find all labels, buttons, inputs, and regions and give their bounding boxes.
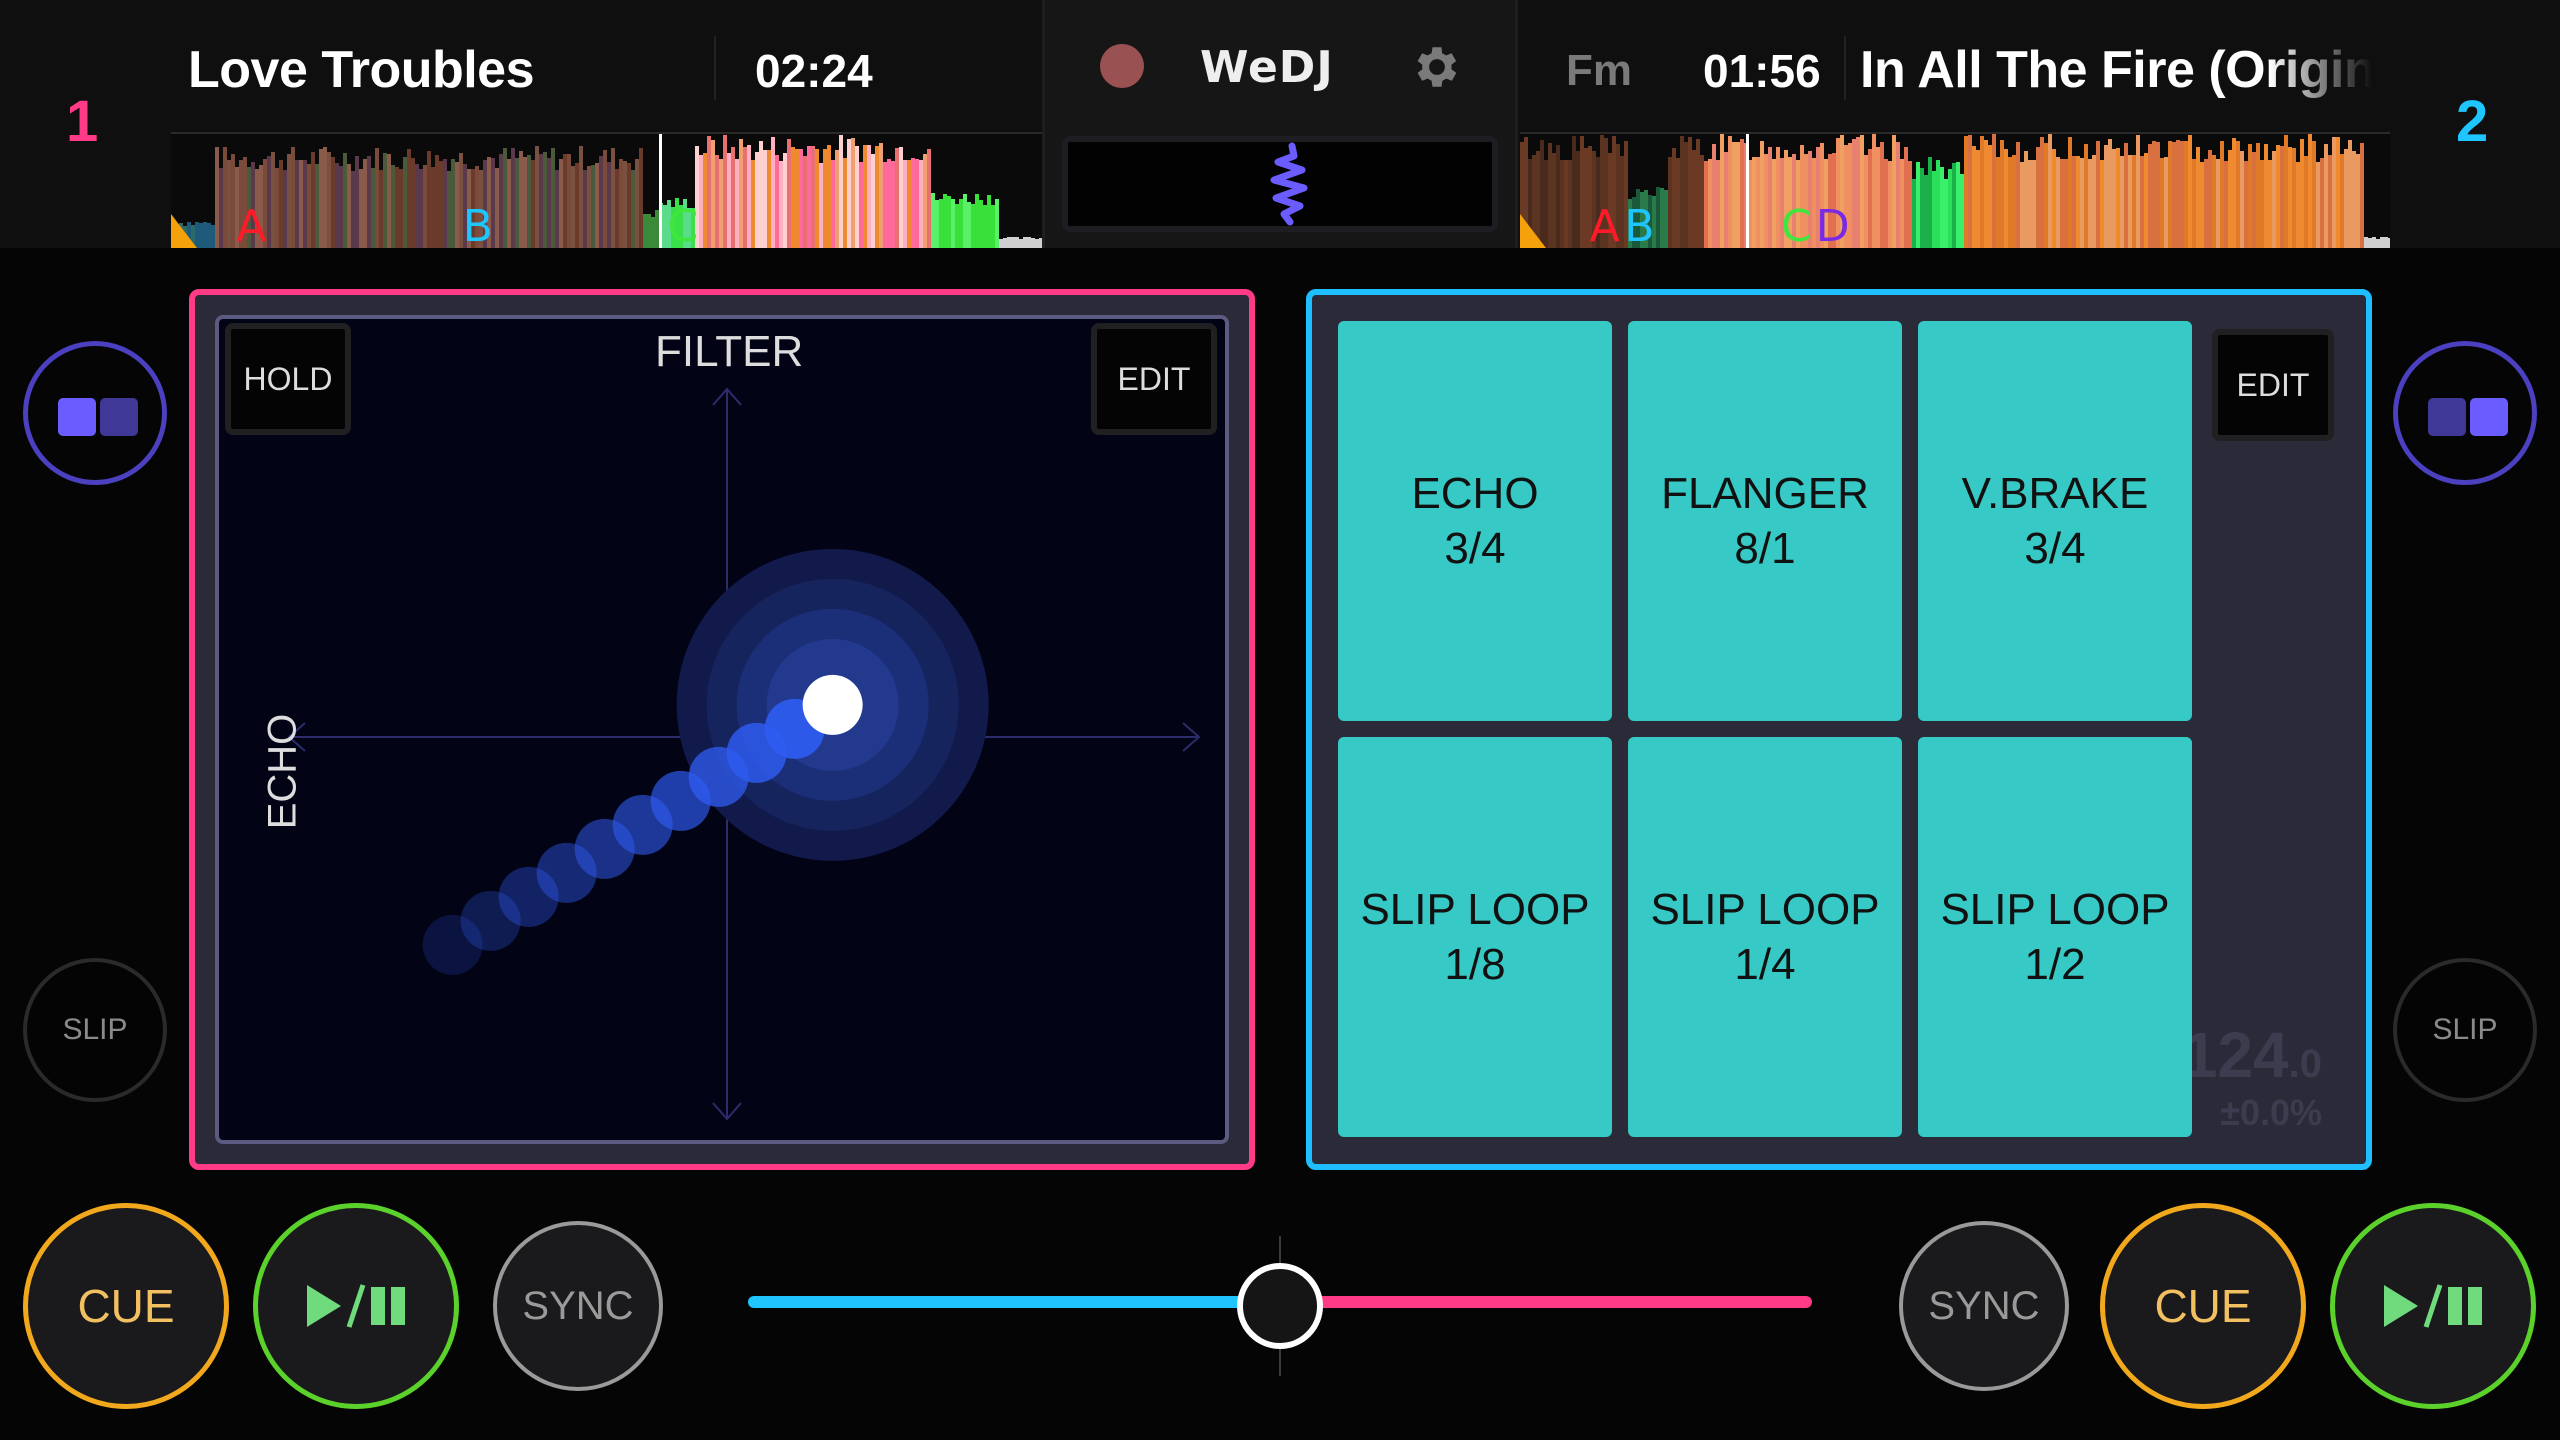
pad-1[interactable]: ECHO 3/4 (1338, 321, 1612, 721)
track-start-marker (171, 214, 197, 248)
playhead (658, 134, 662, 248)
deck1-panel-toggle-button[interactable] (23, 341, 167, 485)
play-pause-icon (307, 1284, 405, 1328)
pad-2[interactable]: FLANGER 8/1 (1628, 321, 1902, 721)
track-start-marker (1520, 214, 1546, 248)
fx-edit-button[interactable]: EDIT (1091, 323, 1217, 435)
cue-point-c[interactable]: C (667, 201, 698, 248)
panel-right-square-icon (2470, 398, 2508, 436)
waveform-bar (2360, 143, 2364, 248)
deck2-cue-button[interactable]: CUE (2100, 1203, 2306, 1409)
deck1-track-title[interactable]: Love Troubles (188, 40, 535, 100)
deck1-waveform[interactable]: A B C (171, 132, 1042, 248)
pad-value: 1/8 (1444, 940, 1506, 989)
pad-name: ECHO (1411, 469, 1539, 518)
playhead (1746, 134, 1750, 248)
pad-edit-button[interactable]: EDIT (2212, 329, 2334, 441)
deck2-pad-panel: 124.0 ±0.0% ECHO 3/4 FLANGER 8/1 V.BRAKE… (1306, 289, 2372, 1170)
gear-icon (1417, 47, 1457, 87)
deck1-cue-button[interactable]: CUE (23, 1203, 229, 1409)
deck2-slip-button[interactable]: SLIP (2393, 958, 2537, 1102)
deck1-sync-button[interactable]: SYNC (493, 1221, 663, 1391)
deck1-number: 1 (66, 89, 99, 154)
cue-point-a[interactable]: A (236, 201, 266, 248)
pad-3[interactable]: V.BRAKE 3/4 (1918, 321, 2192, 721)
x-axis-label: FILTER (655, 327, 804, 376)
touch-point (802, 674, 863, 735)
pad-name: V.BRAKE (1961, 469, 2149, 518)
cue-point-c[interactable]: C (1781, 201, 1812, 248)
app-logo: WeDJ (1200, 42, 1334, 93)
pad-6[interactable]: SLIP LOOP 1/2 (1918, 737, 2192, 1137)
deck2-sync-button[interactable]: SYNC (1899, 1221, 2069, 1391)
hold-button[interactable]: HOLD (225, 323, 351, 435)
cue-point-a[interactable]: A (1590, 201, 1620, 248)
crossfader-knob[interactable] (1237, 1263, 1323, 1349)
deck2-time: 01:56 (1703, 45, 1821, 97)
pad-name: SLIP LOOP (1940, 885, 2170, 934)
record-button[interactable] (1100, 44, 1144, 88)
deck2-panel-toggle-button[interactable] (2393, 341, 2537, 485)
pad-value: 1/4 (1734, 940, 1796, 989)
deck1-play-pause-button[interactable] (253, 1203, 459, 1409)
waveform-icon (1270, 142, 1308, 226)
play-pause-icon (2384, 1284, 2482, 1328)
bpm-decimal: .0 (2288, 1042, 2322, 1086)
pad-name: SLIP LOOP (1650, 885, 1880, 934)
cue-point-b[interactable]: B (463, 201, 493, 248)
deck2-waveform[interactable]: AB CD (1520, 132, 2390, 248)
pad-4[interactable]: SLIP LOOP 1/8 (1338, 737, 1612, 1137)
fx-xy-pad[interactable]: HOLD EDIT FILTER ECHO (215, 315, 1229, 1144)
pitch-value: ±0.0% (2220, 1092, 2322, 1133)
bpm-display: 124.0 ±0.0% (2182, 1018, 2322, 1134)
deck2-key: Fm (1566, 46, 1632, 95)
pad-name: FLANGER (1661, 469, 1869, 518)
pad-name: SLIP LOOP (1360, 885, 1590, 934)
y-axis-label: ECHO (260, 713, 305, 830)
master-waveform-display (1062, 136, 1498, 232)
pad-5[interactable]: SLIP LOOP 1/4 (1628, 737, 1902, 1137)
waveform-bar (2388, 237, 2390, 248)
deck1-separator (714, 36, 716, 100)
cue-point-d[interactable]: D (1816, 201, 1850, 248)
pad-value: 1/2 (2024, 940, 2086, 989)
bpm-value: 124 (2181, 1019, 2289, 1091)
settings-button[interactable] (1410, 40, 1464, 94)
deck2-track-title[interactable]: In All The Fire (Origin (1860, 40, 2372, 100)
deck2-play-pause-button[interactable] (2330, 1203, 2536, 1409)
panel-left-square-icon (58, 398, 96, 436)
deck1-fx-panel: HOLD EDIT FILTER ECHO (189, 289, 1255, 1170)
panel-left-square-icon (2428, 398, 2466, 436)
pad-value: 8/1 (1734, 524, 1796, 573)
deck2-separator (1844, 36, 1846, 100)
crossfader-left-track (748, 1296, 1280, 1308)
panel-right-square-icon (100, 398, 138, 436)
crossfader-right-track (1280, 1296, 1812, 1308)
deck2-number: 2 (2456, 89, 2489, 154)
cue-point-b[interactable]: B (1624, 201, 1654, 248)
deck1-slip-button[interactable]: SLIP (23, 958, 167, 1102)
xy-pad-graphics (287, 387, 1201, 1121)
pad-value: 3/4 (1444, 524, 1506, 573)
deck1-time: 02:24 (755, 45, 873, 97)
pad-value: 3/4 (2024, 524, 2086, 573)
